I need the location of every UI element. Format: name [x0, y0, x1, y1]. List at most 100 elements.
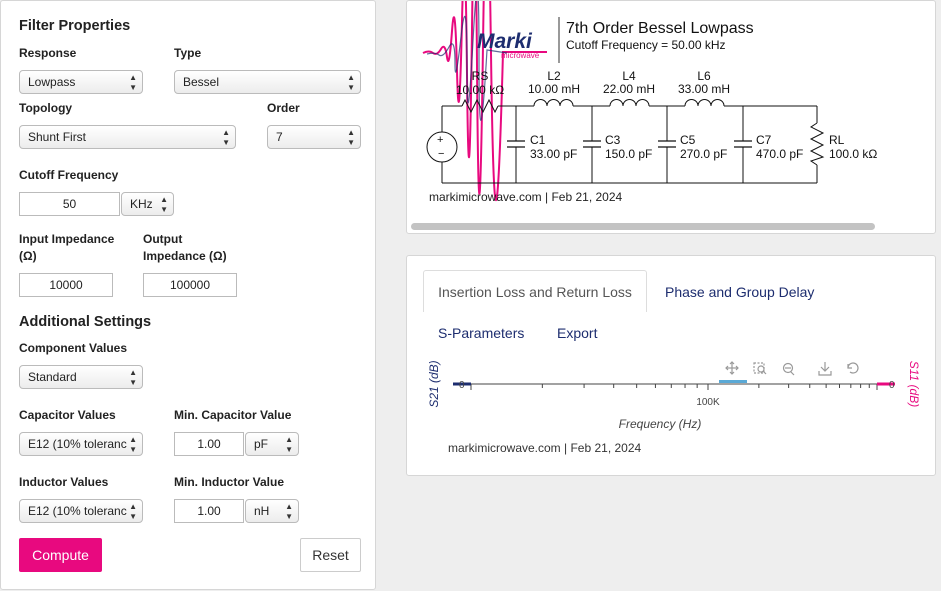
wheel-zoom-icon[interactable] — [782, 362, 795, 376]
inductor-l6-icon — [684, 99, 725, 107]
min-inductor-input[interactable]: 1.00 — [174, 499, 244, 523]
chart-svg: 0 0 100K Frequency (Hz) S21 (dB) S11 (dB… — [427, 360, 921, 455]
c1-value: 33.00 pF — [530, 147, 577, 161]
l4-value: 22.00 mH — [603, 82, 655, 96]
min-inductor-label: Min. Inductor Value — [174, 475, 285, 489]
type-select[interactable]: Bessel ▲ ▼ — [174, 70, 361, 94]
output-impedance-label-line2: Impedance (Ω) — [143, 249, 227, 263]
order-value: 7 — [276, 130, 283, 144]
min-inductor-unit-value: nH — [254, 504, 270, 518]
capacitor-values-select[interactable]: E12 (10% toleranc ▲ ▼ — [19, 432, 143, 456]
pan-icon[interactable] — [725, 361, 739, 375]
input-impedance-label-line2: (Ω) — [19, 249, 37, 263]
rs-value: 10.00 kΩ — [456, 83, 504, 97]
capacitor-c1-icon — [507, 140, 525, 148]
capacitor-c5-icon — [658, 140, 676, 148]
select-arrows-icon: ▲ ▼ — [160, 195, 168, 214]
c5-name: C5 — [680, 133, 696, 147]
response-label: Response — [19, 46, 77, 60]
reset-icon[interactable] — [847, 362, 859, 374]
inductor-l4-icon — [609, 99, 650, 107]
y-tick-right-0: 0 — [889, 380, 895, 391]
topology-label: Topology — [19, 101, 73, 115]
filter-properties-title: Filter Properties — [19, 18, 131, 34]
logo-text: Marki — [477, 30, 533, 53]
select-arrows-icon: ▲ ▼ — [347, 73, 355, 92]
y-axis-right-title: S11 (dB) — [907, 361, 921, 407]
l6-name: L6 — [697, 69, 711, 83]
horizontal-scrollbar[interactable] — [411, 223, 875, 230]
cutoff-frequency-input[interactable]: 50 — [19, 192, 120, 216]
cutoff-unit-select[interactable]: KHz ▲ ▼ — [121, 192, 174, 216]
chart-panel: Insertion Loss and Return Loss Phase and… — [406, 255, 936, 476]
schematic-subtitle: Cutoff Frequency = 50.00 kHz — [566, 38, 726, 52]
type-value: Bessel — [183, 75, 220, 89]
rs-name: RS — [472, 69, 489, 83]
select-arrows-icon: ▲ ▼ — [129, 435, 137, 454]
min-inductor-unit-select[interactable]: nH ▲ ▼ — [245, 499, 299, 523]
select-arrows-icon: ▲ ▼ — [129, 502, 137, 521]
select-arrows-icon: ▲ ▼ — [222, 128, 230, 147]
x-axis-title: Frequency (Hz) — [619, 417, 702, 431]
y-axis-left-title: S21 (dB) — [427, 360, 441, 407]
input-impedance-input[interactable]: 10000 — [19, 273, 113, 297]
l4-name: L4 — [622, 69, 636, 83]
inductor-values-select[interactable]: E12 (10% toleranc ▲ ▼ — [19, 499, 143, 523]
select-arrows-icon: ▲ ▼ — [285, 435, 293, 454]
select-arrows-icon: ▲ ▼ — [285, 502, 293, 521]
l2-value: 10.00 mH — [528, 82, 580, 96]
chart-footer: markimicrowave.com | Feb 21, 2024 — [448, 441, 642, 455]
capacitor-values-value: E12 (10% toleranc — [28, 437, 127, 451]
response-value: Lowpass — [28, 75, 76, 89]
source-plus: + — [437, 134, 443, 146]
source-minus: − — [438, 148, 444, 160]
x-axis-ticks — [470, 384, 878, 390]
c3-value: 150.0 pF — [605, 147, 652, 161]
order-label: Order — [267, 101, 300, 115]
cutoff-unit-value: KHz — [130, 197, 153, 211]
output-impedance-label: Output Impedance (Ω) — [143, 231, 227, 265]
output-impedance-input[interactable]: 100000 — [143, 273, 237, 297]
component-values-select[interactable]: Standard ▲ ▼ — [19, 365, 143, 389]
box-zoom-icon[interactable] — [753, 362, 767, 375]
input-impedance-label-line1: Input Impedance — [19, 232, 115, 246]
select-arrows-icon: ▲ ▼ — [129, 73, 137, 92]
min-capacitor-unit-value: pF — [254, 437, 269, 451]
inductor-values-label: Inductor Values — [19, 475, 109, 489]
component-values-label: Component Values — [19, 341, 128, 355]
c5-value: 270.0 pF — [680, 147, 727, 161]
min-capacitor-unit-select[interactable]: pF ▲ ▼ — [245, 432, 299, 456]
logo-sub-text: microwave — [501, 51, 540, 60]
cutoff-frequency-label: Cutoff Frequency — [19, 168, 119, 182]
filter-properties-panel: Filter Properties Response Lowpass ▲ ▼ Ty… — [0, 0, 376, 590]
schematic-title: 7th Order Bessel Lowpass — [566, 20, 754, 37]
reset-button[interactable]: Reset — [300, 538, 361, 572]
c7-value: 470.0 pF — [756, 147, 803, 161]
resistor-rl-icon — [809, 122, 825, 166]
schematic-panel: Marki microwave 7th Order Bessel Lowpass… — [406, 0, 936, 234]
capacitor-c3-icon — [583, 140, 601, 148]
select-arrows-icon: ▲ ▼ — [129, 368, 137, 387]
response-select[interactable]: Lowpass ▲ ▼ — [19, 70, 143, 94]
inductor-l2-icon — [533, 99, 574, 107]
save-icon[interactable] — [818, 362, 832, 376]
schematic-svg: Marki microwave 7th Order Bessel Lowpass… — [411, 1, 877, 230]
c1-name: C1 — [530, 133, 546, 147]
type-label: Type — [174, 46, 202, 60]
c7-name: C7 — [756, 133, 772, 147]
capacitor-c7-icon — [734, 140, 752, 148]
rl-name: RL — [829, 133, 845, 147]
x-tick-100k: 100K — [696, 397, 720, 408]
topology-value: Shunt First — [28, 130, 87, 144]
order-select[interactable]: 7 ▲ ▼ — [267, 125, 361, 149]
additional-settings-title: Additional Settings — [19, 314, 152, 330]
min-capacitor-input[interactable]: 1.00 — [174, 432, 244, 456]
topology-select[interactable]: Shunt First ▲ ▼ — [19, 125, 236, 149]
select-arrows-icon: ▲ ▼ — [347, 128, 355, 147]
inductor-values-value: E12 (10% toleranc — [28, 504, 127, 518]
min-capacitor-label: Min. Capacitor Value — [174, 408, 292, 422]
capacitor-values-label: Capacitor Values — [19, 408, 116, 422]
active-tool-indicator — [719, 380, 747, 383]
compute-button[interactable]: Compute — [19, 538, 102, 572]
rl-value: 100.0 kΩ — [829, 147, 877, 161]
